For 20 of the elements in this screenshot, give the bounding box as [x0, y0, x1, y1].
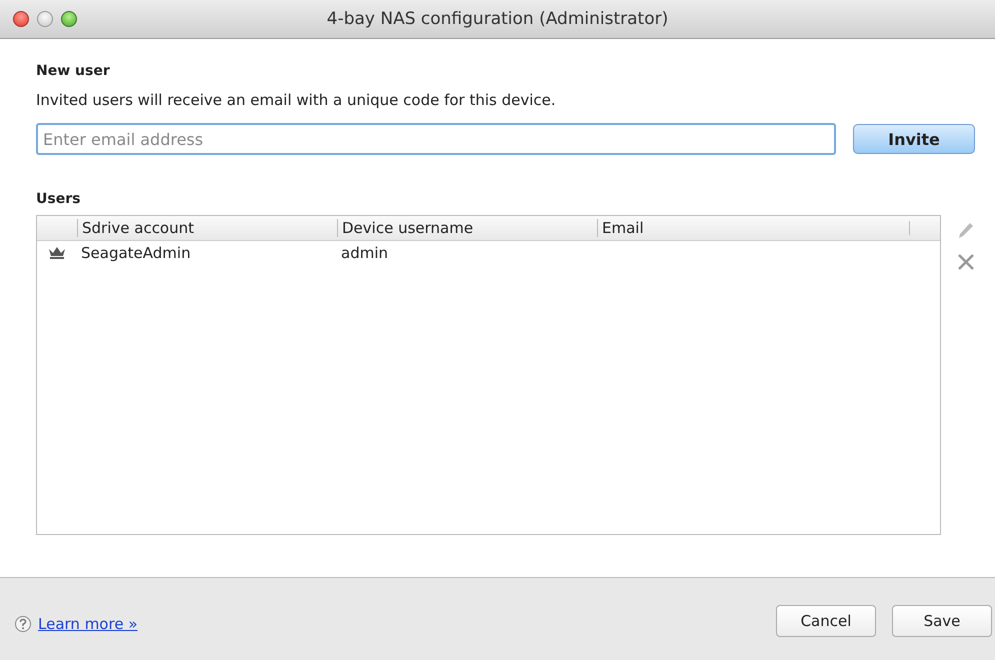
- save-button[interactable]: Save: [892, 605, 992, 637]
- description-text: Invited users will receive an email with a unique code for this device.: [36, 91, 556, 109]
- email-field[interactable]: Enter email address: [36, 123, 836, 155]
- section-heading: New user: [36, 63, 110, 79]
- column-header[interactable]: Email: [597, 219, 909, 237]
- learn-more-link[interactable]: Learn more »: [38, 615, 138, 633]
- table-cell-text: admin: [340, 244, 389, 262]
- minimize-button[interactable]: [37, 11, 53, 27]
- close-button[interactable]: [13, 11, 29, 27]
- crown-icon: [48, 246, 66, 260]
- column-header[interactable]: Device username: [337, 219, 597, 237]
- column-header[interactable]: Sdrive account: [77, 219, 337, 237]
- zoom-button[interactable]: [61, 11, 77, 27]
- window-title: 4-bay NAS configuration (Administrator): [326, 9, 668, 29]
- invite-button[interactable]: Invite: [853, 124, 975, 154]
- table-cell-text: SeagateAdmin: [80, 244, 192, 262]
- section-heading: Users: [36, 191, 80, 207]
- cancel-button[interactable]: Cancel: [776, 605, 876, 637]
- help-icon[interactable]: [14, 615, 32, 633]
- delete-icon[interactable]: [957, 253, 975, 271]
